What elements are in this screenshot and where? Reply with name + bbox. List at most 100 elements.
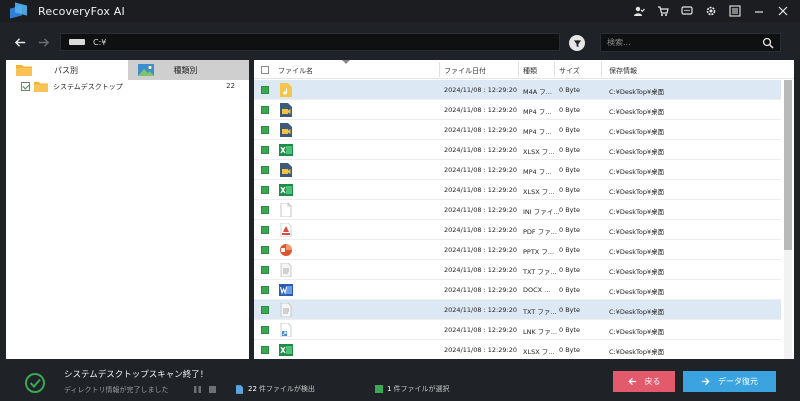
table-row[interactable]: 2024/11/08 : 12:29:20 XLSX フ... 0 Byte C:¥D… — [254, 340, 781, 359]
search-input[interactable] — [607, 36, 757, 49]
table-row[interactable]: 2024/11/08 : 12:29:20 XLSX フ... 0 Byte C:¥D… — [254, 140, 781, 160]
tab-by-path[interactable]: パス別 — [6, 60, 128, 80]
stop-icon[interactable] — [208, 385, 217, 394]
header-info[interactable]: 保存情報 — [609, 66, 637, 76]
row-checkbox[interactable] — [261, 186, 269, 194]
table-row[interactable]: 2024/11/08 : 12:29:20 XLSX フ... 0 Byte C:¥D… — [254, 180, 781, 200]
folder-icon — [34, 82, 48, 92]
audio-file-icon — [280, 83, 292, 97]
cell-info: C:¥DeskTop¥桌面 — [609, 108, 665, 116]
scrollbar[interactable] — [784, 80, 792, 359]
cell-info: C:¥DeskTop¥桌面 — [609, 128, 665, 136]
chat-icon[interactable] — [676, 0, 698, 22]
header-name[interactable]: ファイル名 — [278, 66, 313, 76]
sort-arrow-icon[interactable] — [342, 60, 350, 64]
cell-type: M4A フ... — [523, 88, 552, 96]
back-button[interactable]: 戻る — [613, 371, 675, 392]
tree-checkbox[interactable] — [21, 82, 30, 91]
row-checkbox[interactable] — [261, 326, 269, 334]
row-checkbox[interactable] — [261, 86, 269, 94]
row-checkbox[interactable] — [261, 166, 269, 174]
table-row[interactable]: 2024/11/08 : 12:29:20 TXT ファ... 0 Byte C:¥D… — [254, 260, 781, 280]
filter-icon — [573, 39, 581, 47]
search-icon[interactable] — [762, 37, 774, 49]
column-divider[interactable] — [601, 62, 602, 77]
row-checkbox[interactable] — [261, 306, 269, 314]
row-checkbox[interactable] — [261, 226, 269, 234]
row-checkbox[interactable] — [261, 146, 269, 154]
table-row[interactable]: 2024/11/08 : 12:29:20 INI ファイ... 0 Byte C:¥… — [254, 200, 781, 220]
files-selected-label: 件ファイルが選択 — [393, 385, 450, 393]
cell-type: INI ファイ... — [523, 208, 560, 216]
table-row[interactable]: 2024/11/08 : 12:29:20 MP4 フ... 0 Byte C:¥De… — [254, 120, 781, 140]
text-file-icon — [280, 263, 292, 277]
recoveryfox-window: RecoveryFox AI C:¥ 検索... パス別 種類別 システムデスク… — [0, 0, 800, 401]
header-type[interactable]: 種類 — [523, 66, 537, 76]
gear-icon[interactable] — [700, 0, 722, 22]
cell-date: 2024/11/08 : 12:29:20 — [444, 246, 517, 254]
table-row[interactable]: 2024/11/08 : 12:29:20 M4A フ... 0 Byte C:¥De… — [254, 80, 781, 100]
user-check-icon[interactable] — [628, 0, 650, 22]
filter-button[interactable] — [569, 35, 585, 51]
tab-by-type[interactable]: 種類別 — [127, 60, 249, 80]
table-row[interactable]: 2024/11/08 : 12:29:20 LNK ファ... 0 Byte C:¥D… — [254, 320, 781, 340]
arrow-right-icon — [701, 377, 710, 386]
back-arrow-icon[interactable] — [12, 34, 28, 50]
tree-item-system-desktop[interactable]: システムデスクトップ 22 — [6, 80, 249, 94]
cell-size: 0 Byte — [559, 246, 581, 254]
table-row[interactable]: 2024/11/08 : 12:29:20 DOCX ... 0 Byte C:¥De… — [254, 280, 781, 300]
forward-arrow-icon[interactable] — [35, 34, 51, 50]
select-all-checkbox[interactable] — [261, 66, 269, 74]
row-checkbox[interactable] — [261, 206, 269, 214]
cell-info: C:¥DeskTop¥桌面 — [609, 88, 665, 96]
scan-complete-icon — [25, 373, 45, 393]
file-list-header: ファイル名 ファイル日付 種類 サイズ 保存情報 — [254, 60, 794, 79]
cell-info: C:¥DeskTop¥桌面 — [609, 148, 665, 156]
cell-type: XLSX フ... — [523, 348, 555, 356]
cell-size: 0 Byte — [559, 86, 581, 94]
excel-file-icon — [279, 184, 293, 196]
table-row[interactable]: 2024/11/08 : 12:29:20 PPTX フ... 0 Byte C:¥D… — [254, 240, 781, 260]
search-box[interactable] — [600, 33, 781, 52]
cell-size: 0 Byte — [559, 206, 581, 214]
cart-icon[interactable] — [652, 0, 674, 22]
status-bar: システムデスクトップスキャン終了！ ディレクトリ情報が完了しました 22 件ファ… — [0, 362, 800, 401]
minimize-icon[interactable] — [748, 0, 770, 22]
column-divider[interactable] — [518, 62, 519, 77]
cell-type: XLSX フ... — [523, 148, 555, 156]
column-divider[interactable] — [439, 62, 440, 77]
table-row[interactable]: 2024/11/08 : 12:29:20 MP4 フ... 0 Byte C:¥De… — [254, 160, 781, 180]
cell-info: C:¥DeskTop¥桌面 — [609, 328, 665, 336]
table-row[interactable]: 2024/11/08 : 12:29:20 MP4 フ... 0 Byte C:¥De… — [254, 100, 781, 120]
pause-icon[interactable] — [193, 385, 202, 394]
header-date[interactable]: ファイル日付 — [444, 66, 486, 76]
toolbar: C:¥ — [0, 28, 800, 56]
menu-icon[interactable] — [724, 0, 746, 22]
row-checkbox[interactable] — [261, 346, 269, 354]
row-checkbox[interactable] — [261, 286, 269, 294]
path-bar[interactable]: C:¥ — [60, 33, 560, 51]
video-file-icon — [280, 163, 292, 177]
drive-icon — [69, 39, 85, 45]
header-size[interactable]: サイズ — [559, 66, 580, 76]
scrollbar-thumb[interactable] — [784, 80, 792, 250]
cell-date: 2024/11/08 : 12:29:20 — [444, 126, 517, 134]
tab-label: パス別 — [54, 66, 78, 75]
cell-type: MP4 フ... — [523, 108, 552, 116]
recover-button[interactable]: データ復元 — [683, 371, 776, 392]
cell-type: PPTX フ... — [523, 248, 555, 256]
row-checkbox[interactable] — [261, 246, 269, 254]
excel-file-icon — [279, 144, 293, 156]
cell-type: MP4 フ... — [523, 128, 552, 136]
row-checkbox[interactable] — [261, 106, 269, 114]
row-checkbox[interactable] — [261, 266, 269, 274]
table-row[interactable]: 2024/11/08 : 12:29:20 PDF ファ... 0 Byte C:¥D… — [254, 220, 781, 240]
cell-date: 2024/11/08 : 12:29:20 — [444, 106, 517, 114]
table-row[interactable]: 2024/11/08 : 12:29:20 TXT ファ... 0 Byte C:¥D… — [254, 300, 781, 320]
close-icon[interactable] — [772, 0, 794, 22]
column-divider[interactable] — [554, 62, 555, 77]
text-file-icon — [280, 303, 292, 317]
files-found-label: 件ファイルが検出 — [258, 385, 315, 393]
row-checkbox[interactable] — [261, 126, 269, 134]
app-title: RecoveryFox AI — [38, 4, 125, 18]
